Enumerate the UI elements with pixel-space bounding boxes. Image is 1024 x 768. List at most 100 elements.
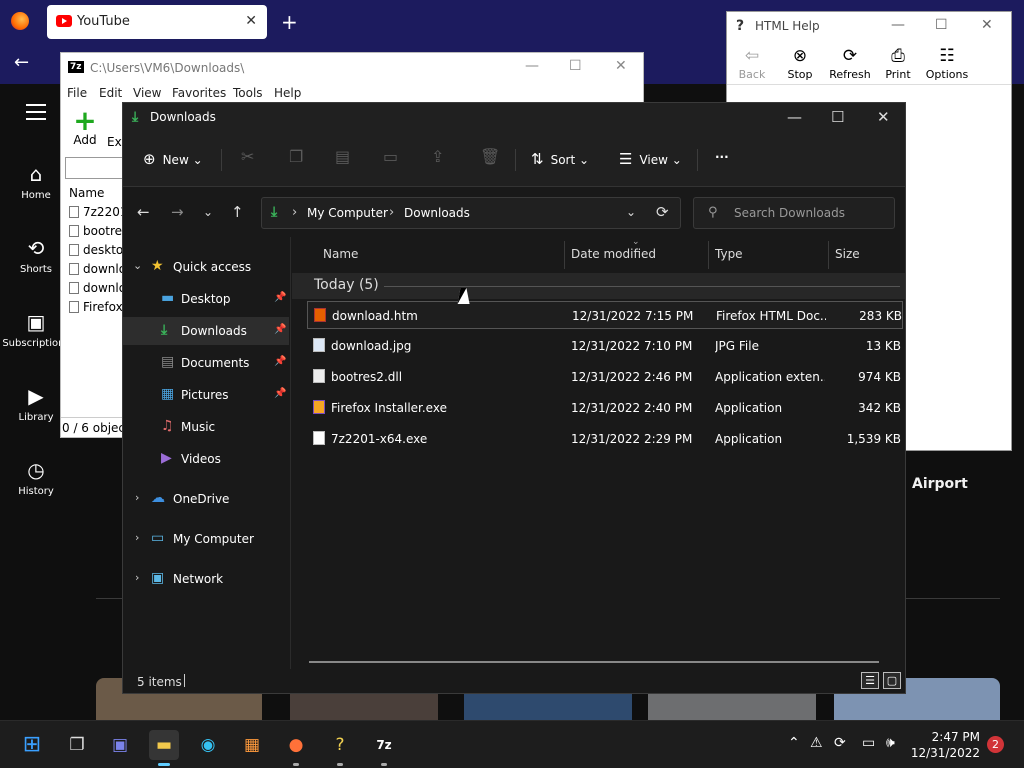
large-icons-view-icon[interactable]: ▢ — [883, 672, 901, 689]
video-title[interactable]: Airport — [912, 476, 968, 492]
details-view-icon[interactable]: ☰ — [861, 672, 879, 689]
nav-quick-access[interactable]: ⌄ ★ Quick access — [123, 253, 289, 281]
horizontal-scrollbar[interactable] — [309, 661, 879, 663]
microsoft-store-icon[interactable]: ▦ — [237, 730, 267, 760]
recent-locations-icon[interactable]: ⌄ — [203, 205, 213, 219]
group-header-today[interactable]: Today (5) — [292, 273, 905, 299]
table-row[interactable]: 7z2201-x64.exe 12/31/2022 2:29 PM Applic… — [307, 425, 903, 453]
system-clock[interactable]: 2:47 PM 12/31/2022 — [908, 729, 980, 761]
help-options-button[interactable]: ☷ Options — [922, 44, 972, 81]
close-icon[interactable]: ✕ — [877, 108, 890, 126]
breadcrumb-downloads[interactable]: Downloads — [404, 206, 470, 220]
yt-nav-history[interactable]: ◷ History — [0, 458, 72, 497]
pin-icon[interactable]: 📌 — [274, 388, 286, 399]
menu-file[interactable]: File — [67, 86, 87, 100]
pin-icon[interactable]: 📌 — [274, 324, 286, 335]
new-tab-button[interactable]: + — [281, 10, 298, 34]
column-date-modified[interactable]: Date modified — [571, 247, 656, 261]
close-icon[interactable]: ✕ — [615, 58, 627, 74]
sort-button[interactable]: ⇅ Sort ⌄ — [531, 150, 589, 168]
menu-favorites[interactable]: Favorites — [172, 86, 226, 100]
help-back-button[interactable]: ⇦ Back — [727, 44, 777, 81]
browser-back-icon[interactable]: ← — [14, 52, 29, 73]
pin-icon[interactable]: 📌 — [274, 356, 286, 367]
nav-desktop[interactable]: ▬ Desktop 📌 — [123, 285, 289, 313]
network-status-icon[interactable]: ⚠ — [810, 735, 823, 751]
pin-icon[interactable]: 📌 — [274, 292, 286, 303]
html-help-taskbar-icon[interactable]: ? — [325, 730, 355, 760]
table-row[interactable]: Firefox Installer.exe 12/31/2022 2:40 PM… — [307, 394, 903, 422]
back-arrow-icon[interactable]: ← — [137, 203, 150, 221]
nav-music[interactable]: ♫ Music — [123, 413, 289, 441]
column-name[interactable]: Name — [323, 247, 358, 261]
nav-downloads[interactable]: ⤓ Downloads 📌 — [123, 317, 289, 345]
table-row[interactable]: download.htm 12/31/2022 7:15 PM Firefox … — [307, 301, 903, 329]
nav-my-computer[interactable]: › ▭ My Computer — [123, 525, 289, 553]
expand-chevron-icon[interactable]: › — [135, 491, 139, 504]
task-view-icon[interactable]: ❐ — [62, 730, 92, 760]
browser-tab-youtube[interactable]: YouTube ✕ — [47, 5, 267, 39]
sync-icon[interactable]: ⟳ — [834, 735, 846, 751]
new-button[interactable]: ⊕ New ⌄ — [143, 150, 203, 168]
help-print-button[interactable]: ⎙ Print — [873, 44, 923, 81]
rename-icon[interactable]: ▭ — [383, 147, 398, 166]
help-refresh-button[interactable]: ⟳ Refresh — [825, 44, 875, 81]
expand-chevron-icon[interactable]: ⌄ — [133, 259, 142, 272]
maximize-icon[interactable]: ☐ — [831, 108, 844, 126]
menu-view[interactable]: View — [133, 86, 161, 100]
tab-close-icon[interactable]: ✕ — [245, 13, 257, 29]
breadcrumb-my-computer[interactable]: My Computer — [307, 206, 388, 220]
show-hidden-icons-icon[interactable]: ⌃ — [788, 735, 800, 751]
teams-chat-icon[interactable]: ▣ — [105, 730, 135, 760]
nav-pictures[interactable]: ▦ Pictures 📌 — [123, 381, 289, 409]
share-icon[interactable]: ⇪ — [431, 147, 444, 166]
nav-onedrive[interactable]: › ☁ OneDrive — [123, 485, 289, 513]
address-dropdown-icon[interactable]: ⌄ — [626, 205, 636, 219]
column-type[interactable]: Type — [715, 247, 743, 261]
edge-browser-icon[interactable]: ◉ — [193, 730, 223, 760]
column-divider[interactable] — [564, 241, 565, 269]
breadcrumb-chevron-icon[interactable]: › — [389, 205, 394, 220]
menu-edit[interactable]: Edit — [99, 86, 122, 100]
column-divider[interactable] — [708, 241, 709, 269]
up-arrow-icon[interactable]: ↑ — [231, 203, 244, 221]
table-row[interactable]: bootres2.dll 12/31/2022 2:46 PM Applicat… — [307, 363, 903, 391]
search-input[interactable]: ⚲ Search Downloads — [693, 197, 895, 229]
table-row[interactable]: download.jpg 12/31/2022 7:10 PM JPG File… — [307, 332, 903, 360]
column-size[interactable]: Size — [835, 247, 860, 261]
nav-documents[interactable]: ▤ Documents 📌 — [123, 349, 289, 377]
hamburger-menu-icon[interactable] — [26, 104, 46, 120]
help-stop-button[interactable]: ⊗ Stop — [775, 44, 825, 81]
maximize-icon[interactable]: ☐ — [935, 17, 948, 33]
forward-arrow-icon[interactable]: → — [171, 203, 184, 221]
view-button[interactable]: ☰ View ⌄ — [619, 150, 682, 168]
nav-videos[interactable]: ▶ Videos — [123, 445, 289, 473]
more-options-button[interactable]: ··· — [715, 150, 729, 164]
close-icon[interactable]: ✕ — [981, 17, 993, 33]
nav-network[interactable]: › ▣ Network — [123, 565, 289, 593]
7zip-add-button[interactable]: + Add — [67, 107, 103, 148]
minimize-icon[interactable]: — — [787, 108, 802, 126]
start-windows-icon[interactable]: ⊞ — [17, 730, 47, 760]
copy-icon[interactable]: ❐ — [289, 147, 303, 166]
7zip-path-field[interactable] — [65, 157, 125, 179]
file-explorer-taskbar-icon[interactable]: ▬ — [149, 730, 179, 760]
7zip-taskbar-icon[interactable]: 7z — [369, 730, 399, 760]
notification-badge[interactable]: 2 — [987, 736, 1004, 753]
menu-help[interactable]: Help — [274, 86, 301, 100]
maximize-icon[interactable]: ☐ — [569, 58, 582, 74]
7zip-column-name[interactable]: Name — [69, 186, 104, 200]
cut-icon[interactable]: ✂ — [241, 147, 254, 166]
menu-tools[interactable]: Tools — [233, 86, 263, 100]
address-bar[interactable]: ⤓ › My Computer › Downloads ⌄ ⟳ — [261, 197, 681, 229]
paste-icon[interactable]: ▤ — [335, 147, 350, 166]
delete-icon[interactable]: 🗑 — [480, 147, 500, 166]
minimize-icon[interactable]: — — [891, 17, 905, 33]
minimize-icon[interactable]: — — [525, 58, 539, 74]
firefox-taskbar-icon[interactable]: ● — [281, 730, 311, 760]
expand-chevron-icon[interactable]: › — [135, 571, 139, 584]
breadcrumb-chevron-icon[interactable]: › — [292, 205, 297, 220]
refresh-icon[interactable]: ⟳ — [656, 203, 669, 221]
volume-icon[interactable]: 🕪 — [886, 735, 895, 751]
display-icon[interactable]: ▭ — [862, 735, 875, 751]
